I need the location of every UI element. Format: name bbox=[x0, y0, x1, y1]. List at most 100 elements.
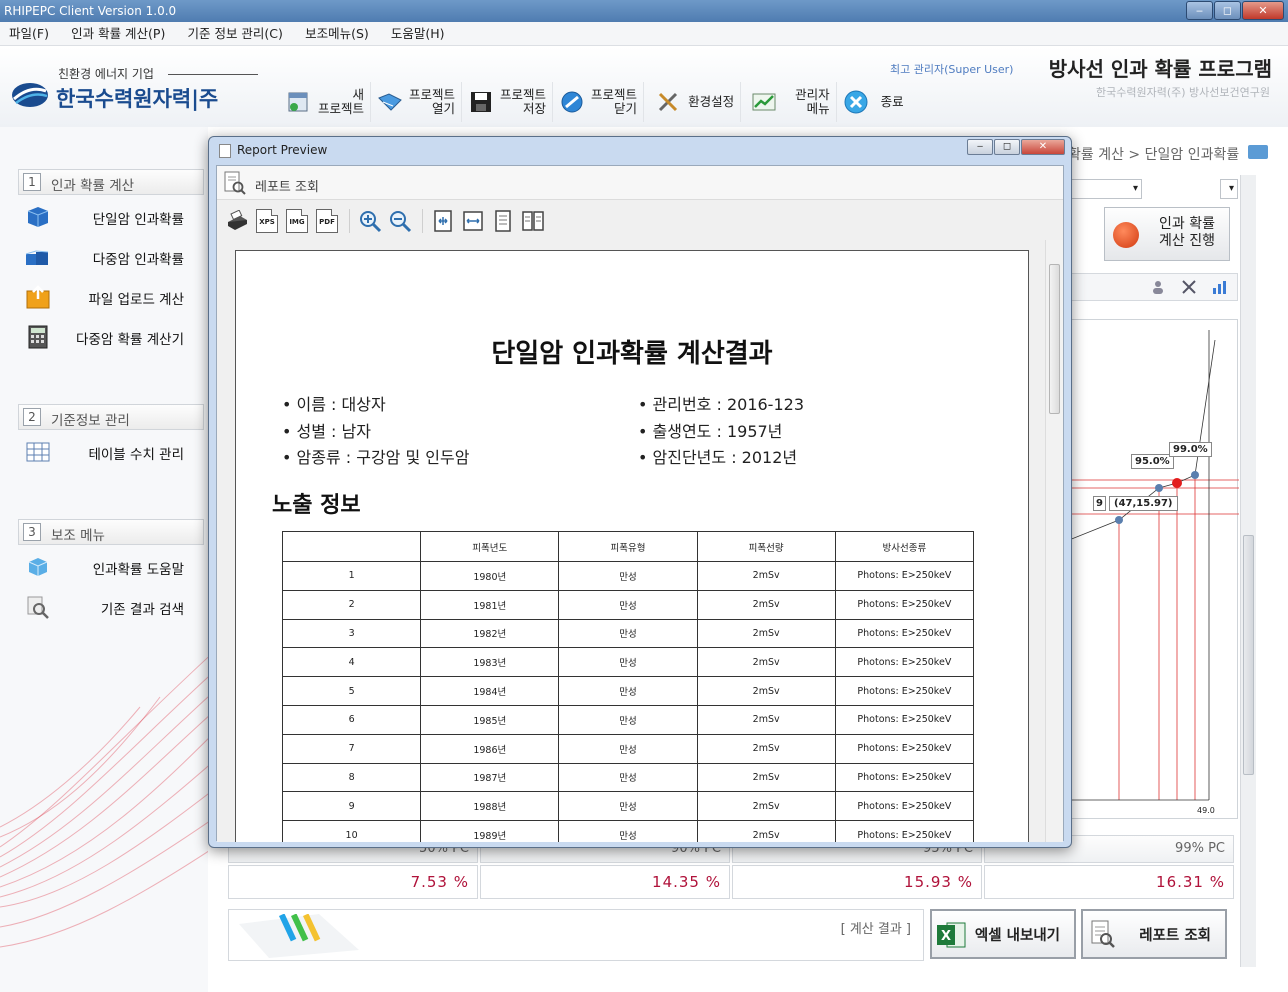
menu-calc[interactable]: 인과 확률 계산(P) bbox=[62, 22, 174, 46]
table-cell: 만성 bbox=[558, 561, 698, 591]
section-number: 2 bbox=[23, 408, 41, 426]
fit-width-button[interactable] bbox=[459, 207, 487, 235]
combo-box[interactable]: ▾ bbox=[1068, 179, 1142, 199]
table-cell: 2mSv bbox=[696, 733, 836, 764]
maximize-button[interactable]: ◻ bbox=[1214, 1, 1241, 20]
upload-box-icon bbox=[26, 285, 50, 309]
zoom-in-button[interactable] bbox=[356, 207, 384, 235]
sidebar-item-calculator[interactable]: 다중암 확률 계산기 bbox=[18, 319, 204, 355]
result-panel: [ 계산 결과 ] bbox=[228, 909, 924, 961]
excel-export-button[interactable]: X 엑셀 내보내기 bbox=[930, 909, 1076, 959]
table-cell: 9 bbox=[281, 791, 422, 822]
menu-reference[interactable]: 기준 정보 관리(C) bbox=[178, 22, 291, 46]
scrollbar-thumb[interactable] bbox=[1049, 264, 1060, 414]
sidebar-item-label: 테이블 수치 관리 bbox=[88, 447, 184, 463]
report-preview-dialog[interactable]: Report Preview ‒ ◻ ✕ 레포트 조회 XPS IMG PDF bbox=[208, 136, 1072, 848]
scrollbar-thumb[interactable] bbox=[1243, 535, 1254, 775]
sidebar-item-file-upload[interactable]: 파일 업로드 계산 bbox=[18, 279, 204, 315]
table-cell: 1986년 bbox=[420, 733, 560, 764]
tools-icon[interactable] bbox=[1181, 279, 1197, 295]
print-button[interactable] bbox=[223, 207, 251, 235]
admin-menu-icon bbox=[752, 93, 776, 111]
table-cell: 만성 bbox=[558, 589, 698, 620]
x-axis-tick: 49.0 bbox=[1197, 806, 1215, 815]
calculator-icon bbox=[28, 325, 48, 349]
table-header: 피폭선량 bbox=[696, 531, 836, 562]
section-title: 인과 확률 계산 bbox=[51, 178, 135, 194]
report-vertical-scrollbar[interactable] bbox=[1045, 240, 1063, 842]
two-page-button[interactable] bbox=[519, 207, 547, 235]
report-viewport[interactable]: 단일암 인과확률 계산결과 • 이름 : 대상자 • 성별 : 남자 • 암종류… bbox=[217, 240, 1063, 842]
save-project-button[interactable]: 프로젝트 저장 bbox=[462, 82, 554, 122]
export-pdf-button[interactable]: PDF bbox=[313, 207, 341, 235]
chart-label-99: 99.0% bbox=[1169, 442, 1212, 457]
sidebar-item-table-values[interactable]: 테이블 수치 관리 bbox=[18, 434, 204, 470]
sidebar-section-aux[interactable]: 3 보조 메뉴 bbox=[18, 519, 204, 545]
chart-icon[interactable] bbox=[1211, 279, 1227, 295]
table-cell: 2mSv bbox=[696, 762, 836, 793]
report-section-title: 노출 정보 bbox=[272, 493, 361, 518]
table-cell: Photons: E>250keV bbox=[834, 791, 975, 822]
table-row: 8 1987년 만성 2mSv Photons: E>250keV bbox=[281, 762, 975, 793]
table-row: 4 1983년 만성 2mSv Photons: E>250keV bbox=[281, 647, 975, 678]
open-project-button[interactable]: 프로젝트 열기 bbox=[371, 82, 463, 122]
export-img-button[interactable]: IMG bbox=[283, 207, 311, 235]
calculate-button[interactable]: 인과 확률 계산 진행 bbox=[1104, 207, 1230, 261]
admin-menu-button[interactable]: 관리자 메뉴 bbox=[741, 82, 837, 122]
exit-icon bbox=[844, 90, 868, 114]
table-cell: 만성 bbox=[558, 704, 698, 735]
report-field-name: • 이름 : 대상자 bbox=[282, 395, 386, 414]
table-row: 9 1988년 만성 2mSv Photons: E>250keV bbox=[281, 791, 975, 822]
new-project-button[interactable]: 새 프로젝트 bbox=[280, 82, 372, 122]
menu-aux[interactable]: 보조메뉴(S) bbox=[296, 22, 378, 46]
single-page-button[interactable] bbox=[489, 207, 517, 235]
sidebar-item-help[interactable]: 인과확률 도움말 bbox=[18, 549, 204, 585]
table-cell: Photons: E>250keV bbox=[834, 733, 975, 764]
sidebar-item-single-cancer[interactable]: 단일암 인과확률 bbox=[18, 199, 204, 235]
table-cell: Photons: E>250keV bbox=[834, 589, 975, 620]
dialog-close-button[interactable]: ✕ bbox=[1021, 139, 1065, 155]
result-graphic-icon bbox=[239, 914, 359, 958]
probability-chart: 95.0% 99.0% (47,15.97) 9 49.0 bbox=[1068, 319, 1239, 819]
dialog-title: Report Preview bbox=[237, 143, 328, 157]
admin-menu-label: 관리자 메뉴 bbox=[795, 87, 830, 116]
svg-text:X: X bbox=[941, 929, 951, 944]
table-row: 1 1980년 만성 2mSv Photons: E>250keV bbox=[281, 561, 975, 591]
table-row: 3 1982년 만성 2mSv Photons: E>250keV bbox=[281, 618, 975, 649]
export-xps-button[interactable]: XPS bbox=[253, 207, 281, 235]
pc-value-50: 7.53 % bbox=[228, 865, 478, 899]
minimize-button[interactable]: ‒ bbox=[1186, 1, 1213, 20]
menu-help[interactable]: 도움말(H) bbox=[382, 22, 454, 46]
table-cell: Photons: E>250keV bbox=[834, 704, 975, 735]
exit-button[interactable]: 종료 bbox=[837, 82, 910, 122]
sidebar-item-multi-cancer[interactable]: 다중암 인과확률 bbox=[18, 239, 204, 275]
sidebar-item-label: 인과확률 도움말 bbox=[92, 562, 184, 578]
user-icon[interactable] bbox=[1151, 279, 1167, 295]
program-subtitle: 한국수력원자력(주) 방사선보건연구원 bbox=[1096, 86, 1270, 99]
settings-button[interactable]: 환경설정 bbox=[644, 82, 742, 122]
pdf-file-icon: PDF bbox=[316, 209, 338, 233]
sidebar-item-label: 파일 업로드 계산 bbox=[88, 292, 184, 308]
fit-page-button[interactable] bbox=[429, 207, 457, 235]
table-header: 피폭년도 bbox=[420, 531, 560, 562]
menu-file[interactable]: 파일(F) bbox=[0, 22, 58, 46]
sidebar-section-reference[interactable]: 2 기준정보 관리 bbox=[18, 404, 204, 430]
close-project-button[interactable]: 프로젝트 닫기 bbox=[553, 82, 645, 122]
new-project-label: 새 프로젝트 bbox=[318, 87, 365, 116]
single-page-icon bbox=[495, 210, 511, 232]
main-vertical-scrollbar[interactable] bbox=[1240, 175, 1256, 967]
fit-width-icon bbox=[463, 211, 483, 231]
chart-point-label: (47,15.97) bbox=[1109, 496, 1178, 511]
section-number: 3 bbox=[23, 523, 41, 541]
document-icon bbox=[219, 144, 231, 158]
dialog-maximize-button[interactable]: ◻ bbox=[994, 139, 1020, 155]
zoom-out-button[interactable] bbox=[386, 207, 414, 235]
combo-box-small[interactable]: ▾ bbox=[1220, 179, 1238, 199]
window-title-bar[interactable]: RHIPEPC Client Version 1.0.0 ‒ ◻ ✕ bbox=[0, 0, 1288, 22]
pc-value-90: 14.35 % bbox=[480, 865, 730, 899]
dialog-minimize-button[interactable]: ‒ bbox=[967, 139, 993, 155]
close-button[interactable]: ✕ bbox=[1242, 1, 1284, 20]
exposure-table: 피폭년도 피폭유형 피폭선량 방사선종류 1 1980년 만성 2mSv Photons… bbox=[281, 531, 975, 842]
sidebar-section-calc[interactable]: 1 인과 확률 계산 bbox=[18, 169, 204, 195]
report-view-button[interactable]: 레포트 조회 bbox=[1081, 909, 1227, 959]
